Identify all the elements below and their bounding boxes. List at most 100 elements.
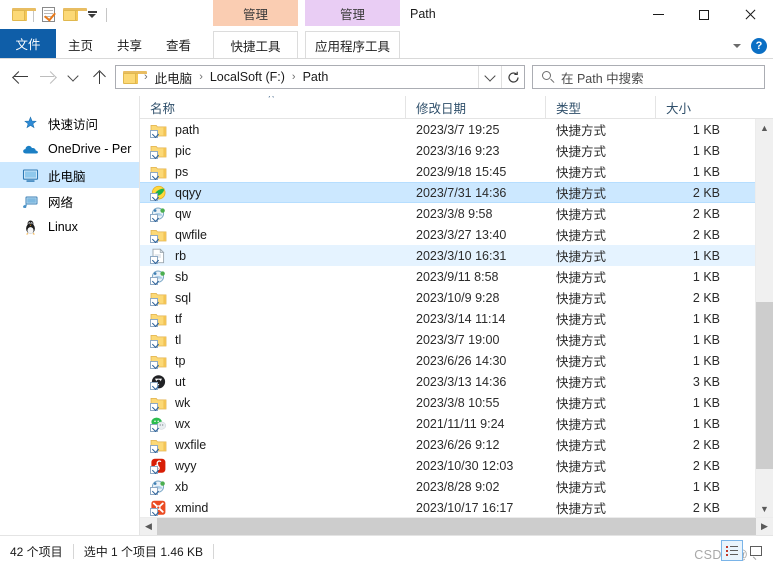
minimize-button[interactable] [635, 0, 681, 29]
ribbon-right-controls: ? [733, 38, 767, 54]
new-folder-icon[interactable] [59, 4, 87, 26]
linux-penguin-icon [22, 219, 39, 236]
shortcut-arrow-badge [150, 465, 158, 474]
help-icon[interactable]: ? [751, 38, 767, 54]
scroll-down-icon[interactable]: ▼ [756, 500, 773, 517]
table-row[interactable]: qw 2023/3/8 9:58 快捷方式 2 KB [140, 203, 755, 224]
tab-shortcut-tools[interactable]: 快捷工具 [213, 31, 298, 58]
breadcrumb-item-path[interactable]: Path [300, 68, 332, 86]
table-row[interactable]: tl 2023/3/7 19:00 快捷方式 1 KB [140, 329, 755, 350]
cell-size: 3 KB [692, 374, 720, 389]
tab-application-tools[interactable]: 应用程序工具 [305, 31, 400, 58]
scroll-up-icon[interactable]: ▲ [756, 119, 773, 136]
horizontal-scroll-track[interactable] [157, 518, 756, 535]
properties-icon[interactable] [37, 4, 59, 26]
tab-home[interactable]: 主页 [56, 31, 105, 58]
address-dropdown-icon[interactable] [478, 66, 501, 88]
breadcrumb: › 此电脑 › LocalSoft (F:) › Path [116, 66, 478, 89]
tab-view[interactable]: 查看 [154, 31, 203, 58]
table-row[interactable]: pic 2023/3/16 9:23 快捷方式 1 KB [140, 140, 755, 161]
table-row[interactable]: sb 2023/9/11 8:58 快捷方式 1 KB [140, 266, 755, 287]
forward-button[interactable] [34, 64, 60, 90]
sidebar-item-this-pc[interactable]: 此电脑 [0, 162, 139, 188]
cell-size: 1 KB [692, 143, 720, 158]
vertical-scroll-track[interactable] [756, 136, 773, 500]
large-icons-view-icon[interactable] [745, 540, 767, 561]
breadcrumb-separator-1[interactable]: › [195, 71, 207, 83]
search-input[interactable]: 在 Path 中搜索 [561, 68, 644, 87]
table-row[interactable]: wxfile 2023/6/26 9:12 快捷方式 2 KB [140, 434, 755, 455]
scroll-left-icon[interactable]: ◀ [140, 518, 157, 535]
contextual-group-label: 管理 [242, 7, 268, 22]
wechat-shortcut-icon [150, 416, 167, 432]
file-name-label: path [175, 122, 200, 137]
column-header-date[interactable]: 修改日期 [405, 96, 545, 118]
address-bar: › 此电脑 › LocalSoft (F:) › Path 在 Path 中搜索 [0, 59, 773, 95]
search-box[interactable]: 在 Path 中搜索 [532, 65, 765, 89]
breadcrumb-item-localsoft[interactable]: LocalSoft (F:) [207, 68, 288, 86]
details-view-icon[interactable] [721, 540, 743, 561]
column-header-name-label: 名称 [150, 101, 176, 116]
column-header-size[interactable]: 大小 [655, 96, 734, 118]
sidebar-item-onedrive[interactable]: OneDrive - Per [0, 136, 139, 162]
vertical-scroll-thumb[interactable] [756, 302, 773, 469]
cell-date: 2023/3/10 16:31 [416, 248, 507, 263]
breadcrumb-folder-icon[interactable] [123, 70, 147, 84]
folder-shortcut-icon [150, 290, 167, 306]
column-header-name[interactable]: 名称 ˄ [140, 96, 405, 118]
table-row[interactable]: rb 2023/3/10 16:31 快捷方式 1 KB [140, 245, 755, 266]
cell-name: ps [140, 164, 405, 180]
table-row[interactable]: xmind 2023/10/17 16:17 快捷方式 2 KB [140, 497, 755, 517]
shortcut-arrow-badge [150, 255, 158, 264]
column-header-type[interactable]: 类型 [545, 96, 655, 118]
window-title: Path [410, 7, 436, 21]
table-row[interactable]: path 2023/3/7 19:25 快捷方式 1 KB [140, 119, 755, 140]
vertical-scrollbar[interactable]: ▲ ▼ [755, 119, 773, 517]
up-button[interactable] [86, 64, 112, 90]
table-row[interactable]: ut 2023/3/13 14:36 快捷方式 3 KB [140, 371, 755, 392]
table-row[interactable]: qwfile 2023/3/27 13:40 快捷方式 2 KB [140, 224, 755, 245]
address-breadcrumb-bar[interactable]: › 此电脑 › LocalSoft (F:) › Path [115, 65, 525, 89]
sidebar-item-network[interactable]: 网络 [0, 188, 139, 214]
sidebar-item-linux[interactable]: Linux [0, 214, 139, 240]
cell-date: 2023/3/16 9:23 [416, 143, 500, 158]
file-name-label: ps [175, 164, 189, 179]
view-mode-buttons [721, 540, 767, 561]
horizontal-scrollbar[interactable]: ◀ ▶ [140, 517, 773, 535]
column-header-date-label: 修改日期 [416, 101, 467, 116]
folder-shortcut-icon [150, 437, 167, 453]
breadcrumb-separator-2[interactable]: › [288, 71, 300, 83]
tab-share-label: 共享 [117, 39, 143, 53]
table-row[interactable]: tf 2023/3/14 11:14 快捷方式 1 KB [140, 308, 755, 329]
table-row[interactable]: wyy 2023/10/30 12:03 快捷方式 2 KB [140, 455, 755, 476]
horizontal-scroll-thumb[interactable] [157, 518, 756, 535]
sidebar-item-label: OneDrive - Per [48, 142, 132, 156]
table-row[interactable]: xb 2023/8/28 9:02 快捷方式 1 KB [140, 476, 755, 497]
cell-name: wk [140, 395, 405, 411]
back-button[interactable] [8, 64, 34, 90]
tab-share[interactable]: 共享 [105, 31, 154, 58]
table-row[interactable]: wk 2023/3/8 10:55 快捷方式 1 KB [140, 392, 755, 413]
recent-locations-button[interactable] [60, 64, 86, 90]
table-row[interactable]: tp 2023/6/26 14:30 快捷方式 1 KB [140, 350, 755, 371]
table-row[interactable]: ps 2023/9/18 15:45 快捷方式 1 KB [140, 161, 755, 182]
maximize-button[interactable] [681, 0, 727, 29]
cell-name: rb [140, 247, 405, 264]
customize-dropdown-icon[interactable] [81, 4, 103, 26]
shortcut-arrow-badge [150, 318, 158, 327]
refresh-icon[interactable] [501, 66, 524, 88]
tab-home-label: 主页 [68, 39, 94, 53]
tab-file[interactable]: 文件 [0, 29, 56, 58]
cell-date: 2023/10/30 12:03 [416, 458, 514, 473]
table-row[interactable]: sql 2023/10/9 9:28 快捷方式 2 KB [140, 287, 755, 308]
breadcrumb-item-this-pc[interactable]: 此电脑 [152, 66, 196, 89]
scroll-right-icon[interactable]: ▶ [756, 518, 773, 535]
status-bar: 42 个项目 选中 1 个项目 1.46 KB CSDN @ 、 [0, 535, 773, 566]
collapse-ribbon-icon[interactable] [733, 44, 741, 48]
tab-application-tools-label: 应用程序工具 [314, 39, 390, 54]
folder-icon[interactable] [8, 4, 36, 26]
sidebar-item-quick-access[interactable]: 快速访问 [0, 110, 139, 136]
close-button[interactable] [727, 0, 773, 29]
table-row[interactable]: wx 2021/11/11 9:24 快捷方式 1 KB [140, 413, 755, 434]
table-row[interactable]: qqyy 2023/7/31 14:36 快捷方式 2 KB [140, 182, 755, 203]
